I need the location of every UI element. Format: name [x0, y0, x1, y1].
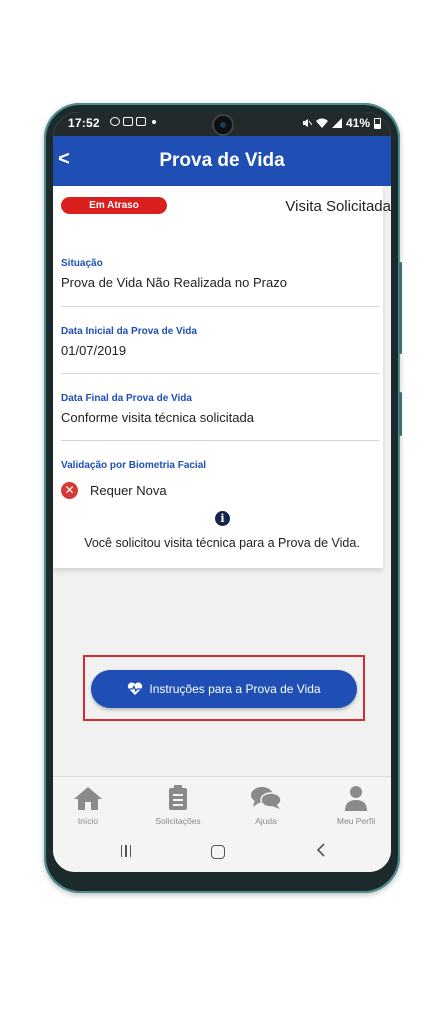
nav-label: Início — [77, 816, 99, 826]
status-right: 41% — [302, 116, 381, 130]
divider — [61, 373, 379, 374]
wifi-icon — [315, 118, 328, 128]
nav-item-inicio[interactable]: Início — [53, 785, 123, 826]
home-button[interactable] — [203, 842, 243, 862]
field-label: Data Final da Prova de Vida — [61, 393, 192, 404]
more-notifications-icon — [152, 120, 156, 124]
home-icon — [74, 787, 102, 810]
field-label: Data Inicial da Prova de Vida — [61, 326, 197, 337]
divider — [61, 306, 379, 307]
nav-label: Meu Perfil — [336, 816, 376, 826]
nav-item-ajuda[interactable]: Ajuda — [231, 785, 301, 826]
battery-icon — [374, 117, 381, 129]
nav-item-solicitacoes[interactable]: Solicitações — [143, 785, 213, 826]
nav-label: Ajuda — [255, 816, 277, 826]
recent-apps-icon — [106, 842, 146, 857]
message-icon — [136, 117, 146, 126]
user-icon — [345, 786, 367, 811]
field-data-final: Data Final da Prova de Vida Conforme vis… — [61, 393, 379, 425]
field-label: Situação — [61, 258, 103, 269]
notification-icons — [110, 117, 156, 126]
instructions-button-label: Instruções para a Prova de Vida — [149, 682, 321, 696]
status-badge: Em Atraso — [61, 197, 167, 214]
back-system-button[interactable] — [301, 842, 341, 862]
instructions-button[interactable]: Instruções para a Prova de Vida — [91, 670, 357, 708]
back-chevron-icon — [316, 843, 325, 857]
front-camera — [212, 114, 234, 136]
whatsapp-icon — [110, 117, 120, 126]
volume-button — [399, 262, 402, 354]
field-biometria: Validação por Biometria Facial — [61, 460, 379, 471]
mute-icon — [302, 119, 312, 127]
proof-of-life-card: Em Atraso Visita Solicitada Situação Pro… — [53, 186, 391, 568]
heart-pulse-icon — [128, 682, 143, 695]
main-content: Em Atraso Visita Solicitada Situação Pro… — [53, 186, 391, 776]
status-bar: 17:52 41% — [53, 112, 391, 136]
error-x-icon: ✕ — [61, 482, 78, 499]
screen: 17:52 41% < Prova de Vida Em Atraso Visi… — [53, 112, 391, 872]
visit-status: Visita Solicitada — [285, 198, 391, 215]
chat-icon — [251, 787, 282, 809]
info-message: Você solicitou visita técnica para a Pro… — [84, 536, 360, 550]
page-title: Prova de Vida — [159, 150, 285, 171]
nav-item-meu-perfil[interactable]: Meu Perfil — [321, 785, 391, 826]
app-header: < Prova de Vida — [53, 136, 391, 186]
field-value: Conforme visita técnica solicitada — [61, 410, 254, 425]
bottom-nav: Início Solicitações Ajuda Meu Perfil — [53, 776, 391, 832]
clipboard-icon — [169, 785, 187, 810]
info-icon: i — [215, 511, 230, 526]
field-value: Requer Nova — [90, 483, 167, 498]
status-time: 17:52 — [68, 116, 100, 130]
divider — [61, 440, 379, 441]
signal-icon — [331, 118, 342, 128]
battery-percent: 41% — [345, 116, 370, 130]
field-value: 01/07/2019 — [61, 343, 127, 358]
image-icon — [123, 117, 133, 126]
field-data-inicial: Data Inicial da Prova de Vida 01/07/2019 — [61, 326, 379, 358]
field-situacao: Situação Prova de Vida Não Realizada no … — [61, 258, 379, 290]
system-nav-bar — [53, 832, 391, 872]
home-square-icon — [211, 845, 225, 859]
recent-apps-button[interactable] — [106, 842, 146, 862]
nav-label: Solicitações — [155, 816, 201, 826]
field-value: Prova de Vida Não Realizada no Prazo — [61, 275, 287, 290]
power-button — [399, 392, 402, 436]
page: 17:52 41% < Prova de Vida Em Atraso Visi… — [0, 0, 446, 1024]
field-label: Validação por Biometria Facial — [61, 460, 207, 471]
biometria-status: ✕ Requer Nova — [61, 482, 167, 499]
